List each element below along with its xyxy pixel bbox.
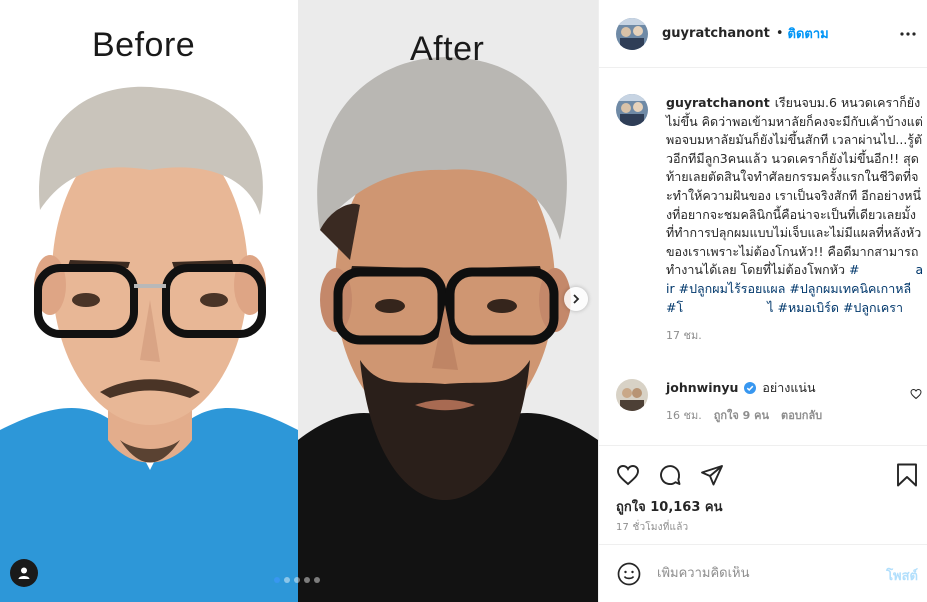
- carousel-dot: [284, 577, 290, 583]
- user-tags-button[interactable]: [10, 559, 38, 587]
- caption-time[interactable]: 17 ชม.: [666, 327, 924, 346]
- comment-input[interactable]: [657, 566, 867, 581]
- post-comment-button[interactable]: โพสต์: [886, 565, 918, 586]
- comment-meta: 16 ชม. ถูกใจ 9 คน ตอบกลับ: [666, 407, 906, 425]
- comment-like-button[interactable]: [910, 385, 922, 404]
- hashtag-partial[interactable]: #: [849, 262, 859, 277]
- comments-list[interactable]: guyratchanont เรียนจบม.6 หนวดเคราก็ยังไม่…: [599, 69, 927, 445]
- add-comment-bar: โพสต์: [599, 544, 927, 602]
- caption-username[interactable]: guyratchanont: [666, 95, 770, 110]
- follow-button[interactable]: ติดตาม: [788, 23, 829, 44]
- carousel-dot: [314, 577, 320, 583]
- avatar[interactable]: [616, 17, 648, 50]
- comment-button[interactable]: [657, 462, 683, 488]
- chevron-right-icon: [573, 294, 580, 304]
- hashtag[interactable]: #หมอเบิร์ด: [777, 300, 839, 315]
- comment-likes[interactable]: ถูกใจ 9 คน: [714, 407, 769, 425]
- user-icon: [18, 567, 30, 579]
- comment-item: johnwinyu อย่างแน่น 16 ชม. ถูกใจ 9 คน ตอ…: [616, 379, 926, 425]
- hashtag[interactable]: #ปลูกผมเทคนิคเกาหลี: [789, 281, 911, 296]
- post-media-carousel[interactable]: Before After: [0, 0, 598, 602]
- verified-badge-icon: [744, 382, 757, 394]
- comment-time[interactable]: 16 ชม.: [666, 407, 702, 425]
- smiley-icon: [617, 562, 641, 585]
- share-button[interactable]: [699, 462, 725, 488]
- post-side-panel: guyratchanont • ติดตาม guyratchanont เรีย…: [598, 0, 927, 602]
- carousel-dot: [274, 577, 280, 583]
- hashtag[interactable]: #ปลูกผมไร้รอยแผล: [679, 281, 786, 296]
- more-horizontal-icon: [900, 32, 916, 36]
- after-label: After: [410, 30, 485, 68]
- post-time[interactable]: 17 ชั่วโมงที่แล้ว: [616, 520, 688, 535]
- heart-outline-icon: [910, 388, 922, 400]
- bookmark-icon: [897, 463, 917, 487]
- comment-username[interactable]: johnwinyu: [666, 380, 738, 395]
- avatar[interactable]: [616, 94, 648, 126]
- emoji-button[interactable]: [615, 560, 643, 588]
- carousel-dot: [304, 577, 310, 583]
- post-actions: ถูกใจ 10,163 คน 17 ชั่วโมงที่แล้ว: [599, 445, 927, 544]
- carousel-indicator: [274, 577, 320, 583]
- save-button[interactable]: [894, 462, 920, 488]
- header-username[interactable]: guyratchanont: [662, 26, 770, 41]
- comment-bubble-icon: [660, 465, 681, 485]
- before-after-photo: [0, 0, 598, 602]
- comment-body: johnwinyu อย่างแน่น 16 ชม. ถูกใจ 9 คน ตอ…: [666, 379, 906, 425]
- paper-plane-icon: [701, 465, 723, 486]
- before-label: Before: [92, 26, 196, 64]
- header-separator: •: [775, 26, 784, 41]
- hashtag-partial[interactable]: #โ: [666, 300, 683, 315]
- hashtag[interactable]: #ปลูกเครา: [843, 300, 903, 315]
- caption: guyratchanont เรียนจบม.6 หนวดเคราก็ยังไม่…: [616, 94, 926, 346]
- carousel-dot: [294, 577, 300, 583]
- heart-outline-icon: [617, 465, 639, 486]
- avatar[interactable]: [616, 379, 648, 411]
- like-button[interactable]: [615, 462, 641, 488]
- carousel-next-button[interactable]: [564, 287, 588, 311]
- post-header: guyratchanont • ติดตาม: [599, 0, 927, 68]
- likes-count[interactable]: ถูกใจ 10,163 คน: [616, 496, 723, 517]
- caption-body: guyratchanont เรียนจบม.6 หนวดเคราก็ยังไม่…: [666, 94, 924, 346]
- hashtag-partial[interactable]: ไ: [767, 300, 773, 315]
- reply-button[interactable]: ตอบกลับ: [781, 407, 822, 425]
- comment-text: อย่างแน่น: [762, 380, 816, 395]
- caption-text: เรียนจบม.6 หนวดเคราก็ยังไม่ขึ้น คิดว่าพอ…: [666, 95, 923, 278]
- more-options-button[interactable]: [898, 24, 918, 44]
